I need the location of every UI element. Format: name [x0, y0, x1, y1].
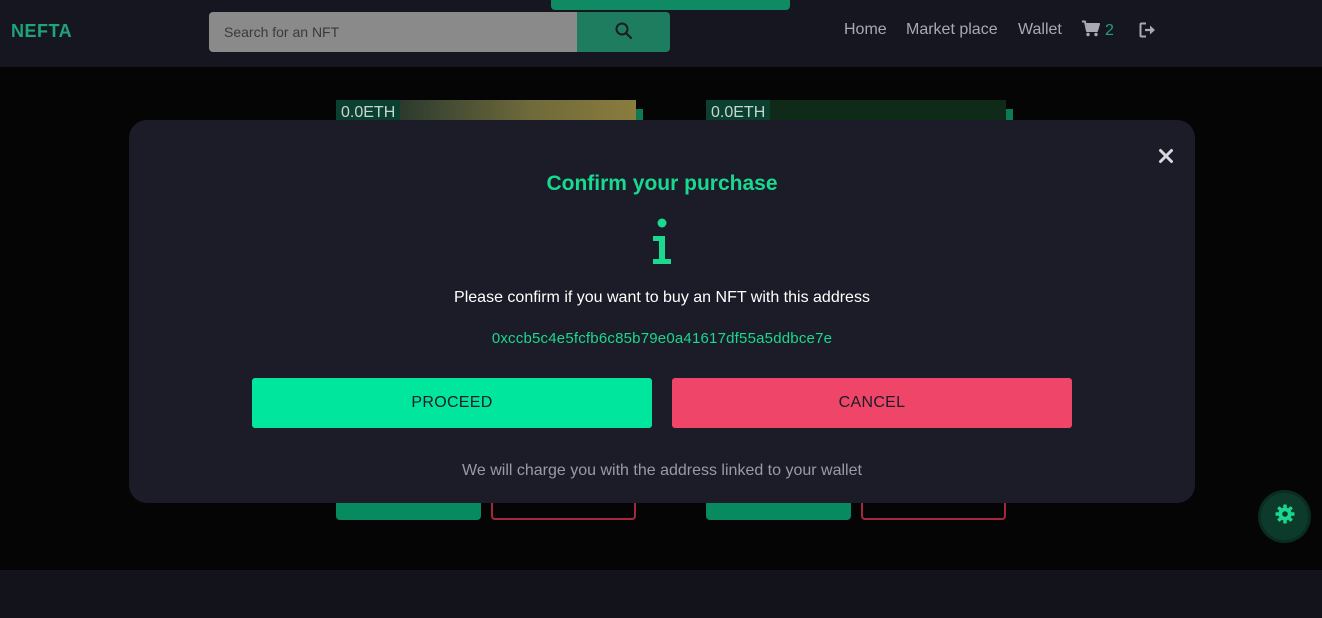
nft-image [770, 100, 1006, 120]
search-bar [209, 12, 670, 52]
logout-button[interactable] [1139, 22, 1157, 43]
info-icon [649, 218, 675, 268]
card-cancel-button[interactable] [491, 500, 636, 520]
settings-button[interactable] [1261, 493, 1308, 540]
nft-card[interactable]: 0.0ETH [706, 100, 1013, 126]
card-buy-button[interactable] [706, 500, 851, 520]
logo[interactable]: NEFTA [11, 21, 72, 42]
search-button[interactable] [577, 12, 670, 52]
card-edge [1006, 109, 1013, 120]
search-icon [615, 22, 633, 42]
nav-wallet[interactable]: Wallet [1018, 21, 1062, 39]
modal-message: Please confirm if you want to buy an NFT… [454, 289, 870, 306]
gear-icon [1275, 504, 1295, 529]
nft-image [400, 100, 636, 120]
modal-note: We will charge you with the address link… [462, 462, 862, 479]
header: NEFTA Home Market place Wallet 2 [0, 0, 1322, 67]
top-tab-indicator [551, 0, 790, 10]
proceed-button[interactable]: PROCEED [252, 378, 652, 428]
card-buy-button[interactable] [336, 500, 481, 520]
nav-marketplace[interactable]: Market place [906, 21, 998, 39]
confirm-purchase-modal: Confirm your purchase Please confirm if … [129, 120, 1195, 503]
logout-icon [1139, 22, 1157, 42]
card-edge [636, 109, 643, 120]
cancel-button[interactable]: CANCEL [672, 378, 1072, 428]
close-icon [1157, 149, 1175, 169]
search-input[interactable] [209, 12, 577, 52]
wallet-address: 0xccb5c4e5fcfb6c85b79e0a41617df55a5ddbce… [491, 330, 833, 347]
modal-title: Confirm your purchase [546, 172, 778, 195]
nav-home[interactable]: Home [844, 21, 887, 39]
cart-count: 2 [1105, 22, 1114, 39]
nft-card[interactable]: 0.0ETH [336, 100, 643, 126]
cart-icon [1082, 20, 1100, 42]
cart-button[interactable]: 2 [1082, 20, 1114, 42]
close-button[interactable] [1157, 147, 1175, 165]
card-cancel-button[interactable] [861, 500, 1006, 520]
footer [0, 570, 1322, 618]
